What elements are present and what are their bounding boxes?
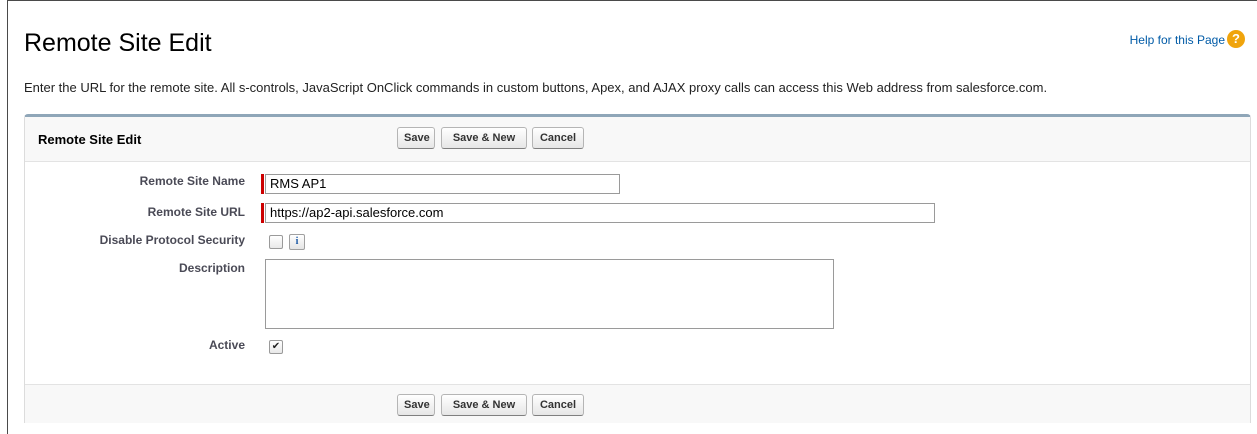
page-title: Remote Site Edit [24, 29, 212, 57]
page-description: Enter the URL for the remote site. All s… [24, 80, 1048, 95]
save-button-bottom[interactable]: Save [397, 394, 435, 416]
active-checkbox[interactable]: ✔ [269, 340, 283, 354]
remote-site-url-label: Remote Site URL [147, 205, 245, 219]
required-indicator [261, 203, 264, 223]
active-label: Active [208, 338, 245, 352]
disable-protocol-security-checkbox[interactable] [269, 235, 283, 249]
help-link[interactable]: Help for this Page [1130, 33, 1225, 47]
block-header: Remote Site Edit Save Save & New Cancel [25, 117, 1250, 162]
remote-site-name-label: Remote Site Name [139, 174, 245, 188]
remote-site-url-input[interactable]: https://ap2-api.salesforce.com [265, 203, 935, 223]
help-icon[interactable]: ? [1227, 30, 1245, 48]
info-icon[interactable]: i [289, 234, 305, 250]
window-border-left [7, 0, 8, 434]
required-indicator [261, 174, 264, 194]
cancel-button-top[interactable]: Cancel [532, 127, 584, 149]
description-label: Description [178, 261, 245, 275]
save-new-button-bottom[interactable]: Save & New [441, 394, 527, 416]
cancel-button-bottom[interactable]: Cancel [532, 394, 584, 416]
disable-protocol-security-label: Disable Protocol Security [99, 233, 245, 247]
save-new-button-top[interactable]: Save & New [441, 127, 527, 149]
window-border-top [7, 0, 1257, 1]
remote-site-name-input[interactable]: RMS AP1 [265, 174, 620, 194]
save-button-top[interactable]: Save [397, 127, 435, 149]
block-footer: Save Save & New Cancel [25, 385, 1250, 423]
block-title: Remote Site Edit [38, 132, 142, 147]
form-body: Remote Site Name RMS AP1 Remote Site URL… [25, 162, 1250, 385]
description-textarea[interactable] [265, 259, 834, 329]
edit-block: Remote Site Edit Save Save & New Cancel … [24, 114, 1251, 423]
